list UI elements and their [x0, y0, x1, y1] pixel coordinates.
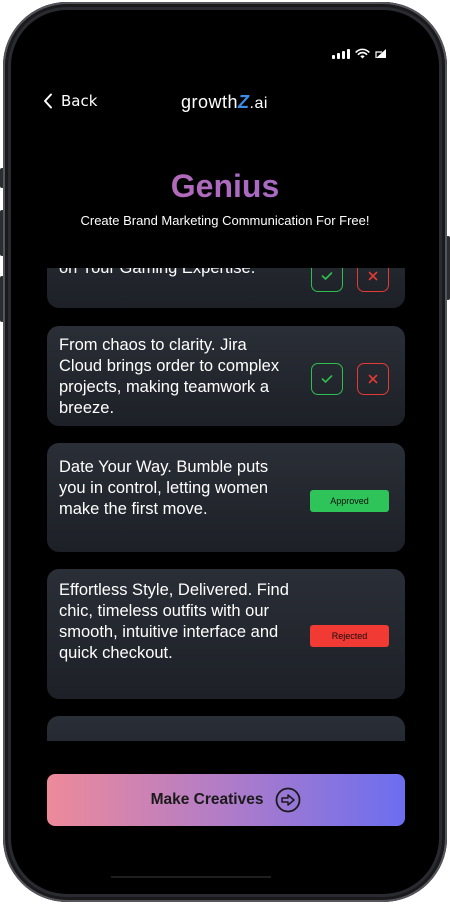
- logo-text-z: Z: [238, 92, 250, 112]
- reject-button[interactable]: [357, 268, 389, 292]
- reject-button[interactable]: [357, 363, 389, 395]
- make-creatives-label: Make Creatives: [150, 791, 264, 808]
- creative-text: From chaos to clarity. Jira Cloud brings…: [59, 336, 280, 417]
- cellular-signal-icon: [332, 48, 350, 59]
- make-creatives-button[interactable]: Make Creatives: [47, 774, 405, 826]
- check-icon: [321, 272, 333, 280]
- creative-card: Effortless Style, Delivered. Find chic, …: [47, 569, 405, 699]
- status-bar: [332, 48, 387, 59]
- back-button[interactable]: Back: [43, 92, 97, 110]
- creative-list[interactable]: on Your Gaming Expertise. From chaos to …: [11, 268, 439, 741]
- top-nav: Back growthZ.ai: [11, 88, 439, 118]
- app-screen: Back growthZ.ai Genius Create Brand Mark…: [11, 10, 439, 894]
- logo-text-ai: .ai: [249, 95, 268, 112]
- arrow-right-circle-icon: [276, 787, 301, 813]
- creative-card: Date Your Way. Bumble puts you in contro…: [47, 443, 405, 552]
- chevron-left-icon: [44, 93, 52, 109]
- battery-icon: [375, 49, 386, 58]
- back-label: Back: [61, 92, 98, 110]
- creative-text: on Your Gaming Expertise.: [59, 268, 256, 277]
- approve-button[interactable]: [311, 268, 343, 292]
- page-title: Genius: [11, 168, 439, 205]
- status-badge-rejected: Rejected: [310, 625, 389, 647]
- phone-frame: Back growthZ.ai Genius Create Brand Mark…: [3, 2, 447, 902]
- wifi-icon: [355, 48, 370, 59]
- creative-card: [47, 716, 405, 741]
- logo-text-growth: growth: [181, 92, 239, 112]
- page-subtitle: Create Brand Marketing Communication For…: [80, 213, 370, 228]
- approve-button[interactable]: [311, 363, 343, 395]
- status-badge-approved: Approved: [310, 490, 389, 512]
- x-icon: [368, 271, 378, 281]
- creative-card: From chaos to clarity. Jira Cloud brings…: [47, 326, 405, 426]
- check-icon: [321, 375, 333, 383]
- x-icon: [368, 374, 378, 384]
- app-logo: growthZ.ai: [181, 92, 268, 113]
- creative-text: Date Your Way. Bumble puts you in contro…: [59, 458, 269, 518]
- home-indicator: [111, 876, 271, 878]
- creative-card: on Your Gaming Expertise.: [47, 268, 405, 308]
- creative-text: Effortless Style, Delivered. Find chic, …: [59, 581, 289, 662]
